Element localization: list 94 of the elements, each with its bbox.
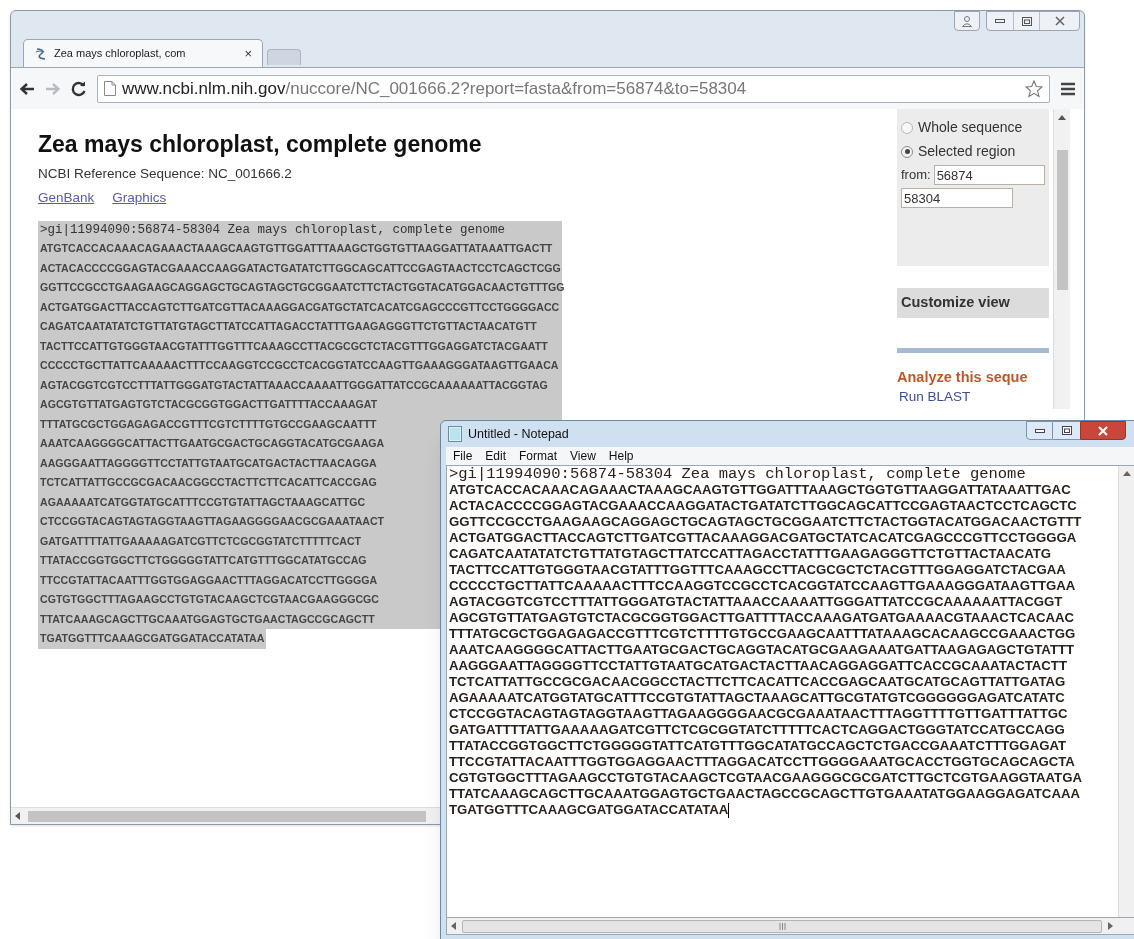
sequence-line: CGTGTGGCTTTAGAAGCCTGTGTACAAGCTCGTAACGAAGGGCGC bbox=[40, 592, 379, 607]
maximize-icon bbox=[1021, 16, 1032, 26]
sequence-line: CAGATCAATATATCTGTTATGTAGCTTATCCATTAGACCTATTTGAAGAGGGTTCTGTTACTAACATG bbox=[449, 546, 1052, 562]
scroll-up-arrow-icon[interactable] bbox=[1058, 115, 1066, 120]
sequence-line: TCTCATTATTGCCGCGACAACGGCCTACTTCTTCACATTCACCGAG bbox=[40, 475, 377, 490]
window-title: Untitled - Notepad bbox=[468, 425, 570, 443]
close-icon bbox=[1098, 425, 1108, 436]
sequence-line: TTATCAAAGCAGCTTGCAAATGGAGTGCTGAACTAGCCGCAGCTTGTGAAATATGGAAGGAGATCAAA bbox=[449, 786, 1080, 802]
radio-label: Selected region bbox=[918, 142, 1016, 161]
from-field[interactable]: 56874 bbox=[933, 165, 1045, 185]
customize-view-header[interactable]: Customize view bbox=[897, 288, 1049, 318]
sequence-line: TTATACCGGTGGCTTCTGGGGGTATTCATGTTTGGCATATGCCAG bbox=[40, 553, 367, 568]
page-icon bbox=[104, 81, 116, 96]
tab-title: Zea mays chloroplast, com bbox=[54, 46, 187, 62]
sequence-line: AGCGTGTTATGAGTGTCTACGCGGTGGACTTGATTTTACCAAAGATGATGAAAACGTAAACTCACAAC bbox=[449, 610, 1075, 626]
sequence-line: AGCGTGTTATGAGTGTCTACGCGGTGGACTTGATTTTACCAAAGAT bbox=[40, 397, 378, 412]
sequence-line: CAGATCAATATATCTGTTATGTAGCTTATCCATTAGACCTATTTGAAGAGGGTTCTGTTACTAACATGTT bbox=[40, 319, 537, 334]
reload-icon[interactable] bbox=[71, 80, 87, 97]
star-icon[interactable] bbox=[1025, 79, 1043, 98]
sequence-line: TTCCGTATTACAATTTGGTGGAGGAACTTTAGGACATCCTTGGGGA bbox=[40, 572, 378, 588]
analyze-heading: Analyze this seque bbox=[897, 368, 1029, 387]
scroll-up-arrow-icon[interactable] bbox=[1123, 471, 1131, 476]
person-icon bbox=[961, 15, 973, 27]
sequence-line: TTTATGCGCTGGAGAGACCGTTTCGTCTTTTGTGCCGAAGCAATTT bbox=[40, 416, 377, 432]
minimize-icon bbox=[995, 19, 1005, 23]
menu-item[interactable]: Edit bbox=[485, 447, 507, 465]
swirl-icon bbox=[34, 46, 48, 61]
sequence-line: TGATGGTTTCAAAGCGATGGATACCATATAA bbox=[449, 802, 729, 818]
link[interactable]: Run BLAST bbox=[899, 388, 971, 405]
sequence-line: TACTTCCATTGTGGGTAACGTATTTGGTTTCAAAGCCTTACGCGCTCTACGTTTGGAGGATCTACGAA bbox=[449, 562, 1066, 578]
radio-label: Whole sequence bbox=[918, 118, 1023, 137]
sequence-line: TTTATGCGCTGGAGAGACCGTTTCGTCTTTTGTGCCGAAGCAATTTATAAAGCACAAGCCGAAACTGG bbox=[449, 626, 1076, 642]
menu-item[interactable]: Help bbox=[608, 447, 634, 465]
browser-tab[interactable]: Zea mays chloroplast, com × bbox=[23, 39, 263, 67]
sequence-line: AAGGGAATTAGGGGTTCCTATTGTAATGCATGACTACTTAACAGGAGGATTCACCGCAAATACTACTT bbox=[449, 658, 1067, 674]
sequence-line: TCTCATTATTGCCGCGACAACGGCCTACTTCTTCACATTCACCGAGCAATGCATGCAGTTATTGATAG bbox=[449, 674, 1066, 690]
fasta-header: >gi|11994090:56874-58304 Zea mays chloroplast, complete genome bbox=[40, 222, 506, 239]
sequence-line: CCCCCTGCTTATTCAAAAACTTTCCAAGGTCCGCCTCACGGTATCCAAGTTGAAAGGGATAAGTTGAA bbox=[449, 578, 1076, 594]
menu-icon[interactable] bbox=[1060, 81, 1076, 96]
tab-close-button[interactable]: × bbox=[244, 43, 252, 64]
grip-icon bbox=[778, 922, 786, 930]
text-cursor bbox=[728, 802, 730, 818]
sequence-line: ACTACACCCCGGAGTACGAAACCAAGGATACTGATATCTTGGCAGCATTCCGAGTAACTCCTCAGCTC bbox=[449, 498, 1077, 514]
scroll-left-arrow-icon[interactable] bbox=[15, 812, 20, 820]
profile-button[interactable] bbox=[954, 11, 980, 31]
sequence-line: AAGGGAATTAGGGGTTCCTATTGTAATGCATGACTACTTAACAGGA bbox=[40, 455, 377, 471]
sequence-line: GGTTCCGCCTGAAGAAGCAGGAGCTGCAGTAGCTGCGGAATCTTCTACTGGTACATGGACAACTGTTTGG bbox=[40, 280, 565, 295]
url-path: /nuccore/NC_001666.2?report=fasta&from=56874&to=58304 bbox=[285, 78, 747, 98]
scroll-right-arrow-icon[interactable] bbox=[1108, 922, 1113, 930]
sequence-line: AAATCAAGGGGCATTACTTGAATGCGACTGCAGGTACATGCGAAGA bbox=[40, 436, 385, 451]
maximize-icon bbox=[1061, 426, 1072, 435]
sequence-line: ACTGATGGACTTACCAGTCTTGATCGTTACAAAGGACGATGCTATCACATCGAGCCCGTTCCTGGGGACC bbox=[40, 299, 560, 315]
sequence-line: AGAAAAATCATGGTATGCATTTCCGTGTATTAGCTAAAGCATTGC bbox=[40, 494, 366, 510]
sequence-line: CTCCGGTACAGTAGTAGGTAAGTTAGAAGGGGAACGCGAAATAACTTTAGGTTTTGTTGATTTATTGC bbox=[449, 706, 1068, 722]
minimize-button[interactable] bbox=[1026, 421, 1053, 440]
maximize-button[interactable] bbox=[1053, 421, 1080, 440]
fasta-header: >gi|11994090:56874-58304 Zea mays chloroplast, complete genome bbox=[449, 466, 1026, 482]
menu-item[interactable]: View bbox=[570, 447, 596, 465]
radio-button[interactable] bbox=[901, 121, 913, 134]
to-field[interactable]: 58304 bbox=[901, 188, 1013, 208]
close-icon bbox=[1054, 16, 1065, 26]
sequence-line: TACTTCCATTGTGGGTAACGTATTTGGTTTCAAAGCCTTACGCGCTCTACGTTTGGAGGATCTACGAATT bbox=[40, 338, 548, 354]
sequence-line: GATGATTTTATTGAAAAAGATCGTTCTCGCGGTATCTTTTTCACT bbox=[40, 533, 362, 549]
sequence-line: TTATACCGGTGGCTTCTGGGGGTATTCATGTTTGGCATATGCCAGCTCTGACCGAAATCTTTGGAGAT bbox=[449, 738, 1066, 754]
page-title: Zea mays chloroplast, complete genome bbox=[38, 130, 483, 159]
sequence-line: GATGATTTTATTGAAAAAGATCGTTCTCGCGGTATCTTTTTCACTCAGGACTGGGTATCCATGCCAGG bbox=[449, 722, 1065, 738]
sequence-line: CCCCCTGCTTATTCAAAAACTTTCCAAGGTCCGCCTCACGGTATCCAAGTTGAAAGGGATAAGTTGAACA bbox=[40, 358, 559, 373]
sequence-line: TTATCAAAGCAGCTTGCAAATGGAGTGCTGAACTAGCCGCAGCTT bbox=[40, 611, 375, 627]
sequence-line: CTCCGGTACAGTAGTAGGTAAGTTAGAAGGGGAACGCGAAATAACT bbox=[40, 514, 385, 529]
back-arrow-icon[interactable] bbox=[19, 81, 35, 96]
link[interactable]: GenBank bbox=[38, 189, 95, 207]
sequence-line: ATGTCACCACAAACAGAAACTAAAGCAAGTGTTGGATTTAAAGCTGGTGTTAAGGATTATAAATTGAC bbox=[449, 482, 1071, 498]
from-label: from: bbox=[901, 166, 931, 185]
sequence-line: ACTACACCCCGGAGTACGAAACCAAGGATACTGATATCTTGGCAGCATTCCGAGTAACTCCTCAGCTCGG bbox=[40, 260, 561, 276]
radio-button[interactable] bbox=[901, 145, 913, 158]
sequence-line: AGTACGGTCGTCCTTTATTGGGATGTACTATTAAACCAAAATTGGGATTATCCGCAAAAAATTACGGT bbox=[449, 594, 1063, 610]
notepad-icon bbox=[448, 426, 462, 442]
reference-text: NCBI Reference Sequence: NC_001666.2 bbox=[38, 165, 293, 183]
link[interactable]: Graphics bbox=[112, 189, 167, 207]
close-button[interactable] bbox=[1080, 421, 1126, 440]
sequence-line: GGTTCCGCCTGAAGAAGCAGGAGCTGCAGTAGCTGCGGAATCTTCTACTGGTACATGGACAACTGTTT bbox=[449, 514, 1082, 530]
url-host: www.ncbi.nlm.nih.gov bbox=[122, 78, 286, 98]
sequence-line: AGAAAAATCATGGTATGCATTTCCGTGTATTAGCTAAAGCATTGCGTATGTCGGGGGGAGATCATATC bbox=[449, 690, 1065, 706]
sequence-line: TTCCGTATTACAATTTGGTGGAGGAACTTTAGGACATCCTTGGGGAAATGCACCTGGTGCAGCAGCTA bbox=[449, 754, 1075, 770]
menu-item[interactable]: Format bbox=[519, 447, 558, 465]
sequence-line: CGTGTGGCTTTAGAAGCCTGTGTACAAGCTCGTAACGAAGGGCGCGATCTTGCTCGTGAAGGTAATGA bbox=[449, 770, 1082, 786]
scroll-left-arrow-icon[interactable] bbox=[451, 922, 456, 930]
sequence-line: AAATCAAGGGGCATTACTTGAATGCGACTGCAGGTACATGCGAAGAAATGATTAAGAGAGCTGTATTT bbox=[449, 642, 1075, 658]
minimize-icon bbox=[1034, 428, 1045, 433]
sequence-line: AGTACGGTCGTCCTTTATTGGGATGTACTATTAAACCAAAATTGGGATTATCCGCAAAAAATTACGGTAG bbox=[40, 377, 548, 393]
menu-item[interactable]: File bbox=[453, 447, 473, 465]
sequence-line: ACTGATGGACTTACCAGTCTTGATCGTTACAAAGGACGATGCTATCACATCGAGCCCGTTCCTGGGGA bbox=[449, 530, 1077, 546]
address-bar[interactable]: www.ncbi.nlm.nih.gov/nuccore/NC_001666.2?report=fasta&from=56874&to=58304 bbox=[97, 74, 1050, 103]
sequence-line: ATGTCACCACAAACAGAAACTAAAGCAAGTGTTGGATTTAAAGCTGGTGTTAAGGATTATAAATTGACTT bbox=[40, 241, 553, 256]
